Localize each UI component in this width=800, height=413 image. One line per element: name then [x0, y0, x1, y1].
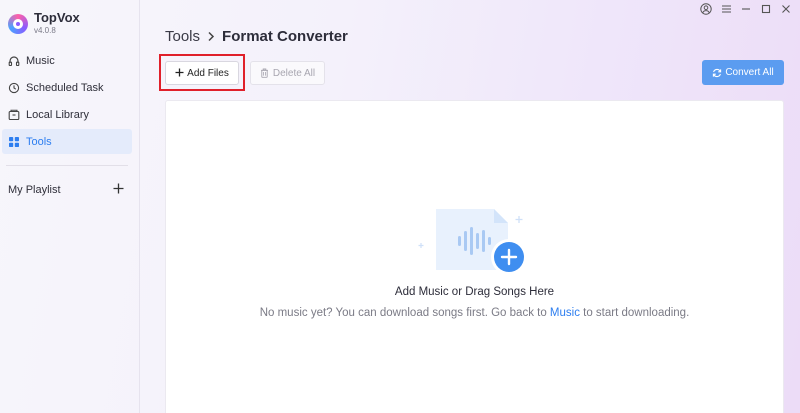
minimize-icon [742, 8, 750, 10]
grid-icon [8, 136, 20, 148]
sidebar-divider [6, 165, 128, 166]
sidebar-item-label: Music [26, 54, 55, 67]
add-playlist-button[interactable] [113, 183, 124, 197]
maximize-button[interactable] [760, 3, 772, 15]
clock-icon [8, 82, 20, 94]
brand: TopVox v4.0.8 [8, 10, 80, 37]
sidebar: TopVox v4.0.8 Music Scheduled Task Local… [0, 0, 140, 413]
sidebar-item-label: Tools [26, 135, 52, 148]
sidebar-item-label: Scheduled Task [26, 81, 104, 94]
trash-icon [260, 68, 269, 78]
sidebar-nav: Music Scheduled Task Local Library Tools [0, 48, 140, 156]
minimize-button[interactable] [740, 3, 752, 15]
chevron-right-icon [207, 29, 215, 45]
plus-icon [113, 183, 124, 194]
headphones-icon [8, 55, 20, 67]
delete-all-label: Delete All [272, 67, 316, 79]
app-version: v4.0.8 [34, 26, 56, 35]
delete-all-button[interactable]: Delete All [250, 61, 325, 85]
my-playlist-header: My Playlist [8, 183, 124, 197]
app-name: TopVox [34, 10, 80, 25]
sidebar-item-label: Local Library [26, 108, 89, 121]
close-icon [782, 5, 790, 13]
plus-icon [175, 68, 184, 78]
convert-all-label: Convert All [725, 67, 774, 78]
page-title: Format Converter [222, 28, 348, 45]
file-drop-area[interactable]: Add Music or Drag Songs Here No music ye… [165, 100, 784, 413]
empty-state-text-before: No music yet? You can download songs fir… [259, 307, 550, 319]
breadcrumb-tools[interactable]: Tools [165, 28, 200, 45]
sidebar-item-tools[interactable]: Tools [2, 129, 132, 154]
topvox-logo-icon [8, 14, 28, 34]
empty-state-title: Add Music or Drag Songs Here [394, 286, 555, 298]
sidebar-item-scheduled-task[interactable]: Scheduled Task [2, 75, 132, 100]
add-music-illustration-icon [418, 209, 526, 275]
user-icon [700, 3, 712, 15]
close-button[interactable] [780, 3, 792, 15]
refresh-icon [712, 68, 722, 78]
add-files-button[interactable]: Add Files [165, 61, 239, 85]
menu-icon [721, 5, 731, 13]
add-files-label: Add Files [187, 67, 229, 79]
empty-state-text-after: to start downloading. [579, 307, 690, 319]
window-controls [700, 3, 792, 15]
sidebar-item-music[interactable]: Music [2, 48, 132, 73]
library-icon [8, 109, 20, 121]
maximize-icon [761, 4, 771, 14]
breadcrumb: Tools Format Converter [165, 28, 348, 45]
menu-button[interactable] [720, 3, 732, 15]
account-button[interactable] [700, 3, 712, 15]
go-to-music-link[interactable]: Music [550, 307, 580, 319]
sidebar-item-local-library[interactable]: Local Library [2, 102, 132, 127]
my-playlist-label: My Playlist [8, 184, 61, 196]
empty-state-subtitle: No music yet? You can download songs fir… [166, 307, 783, 319]
convert-all-button[interactable]: Convert All [702, 60, 784, 85]
